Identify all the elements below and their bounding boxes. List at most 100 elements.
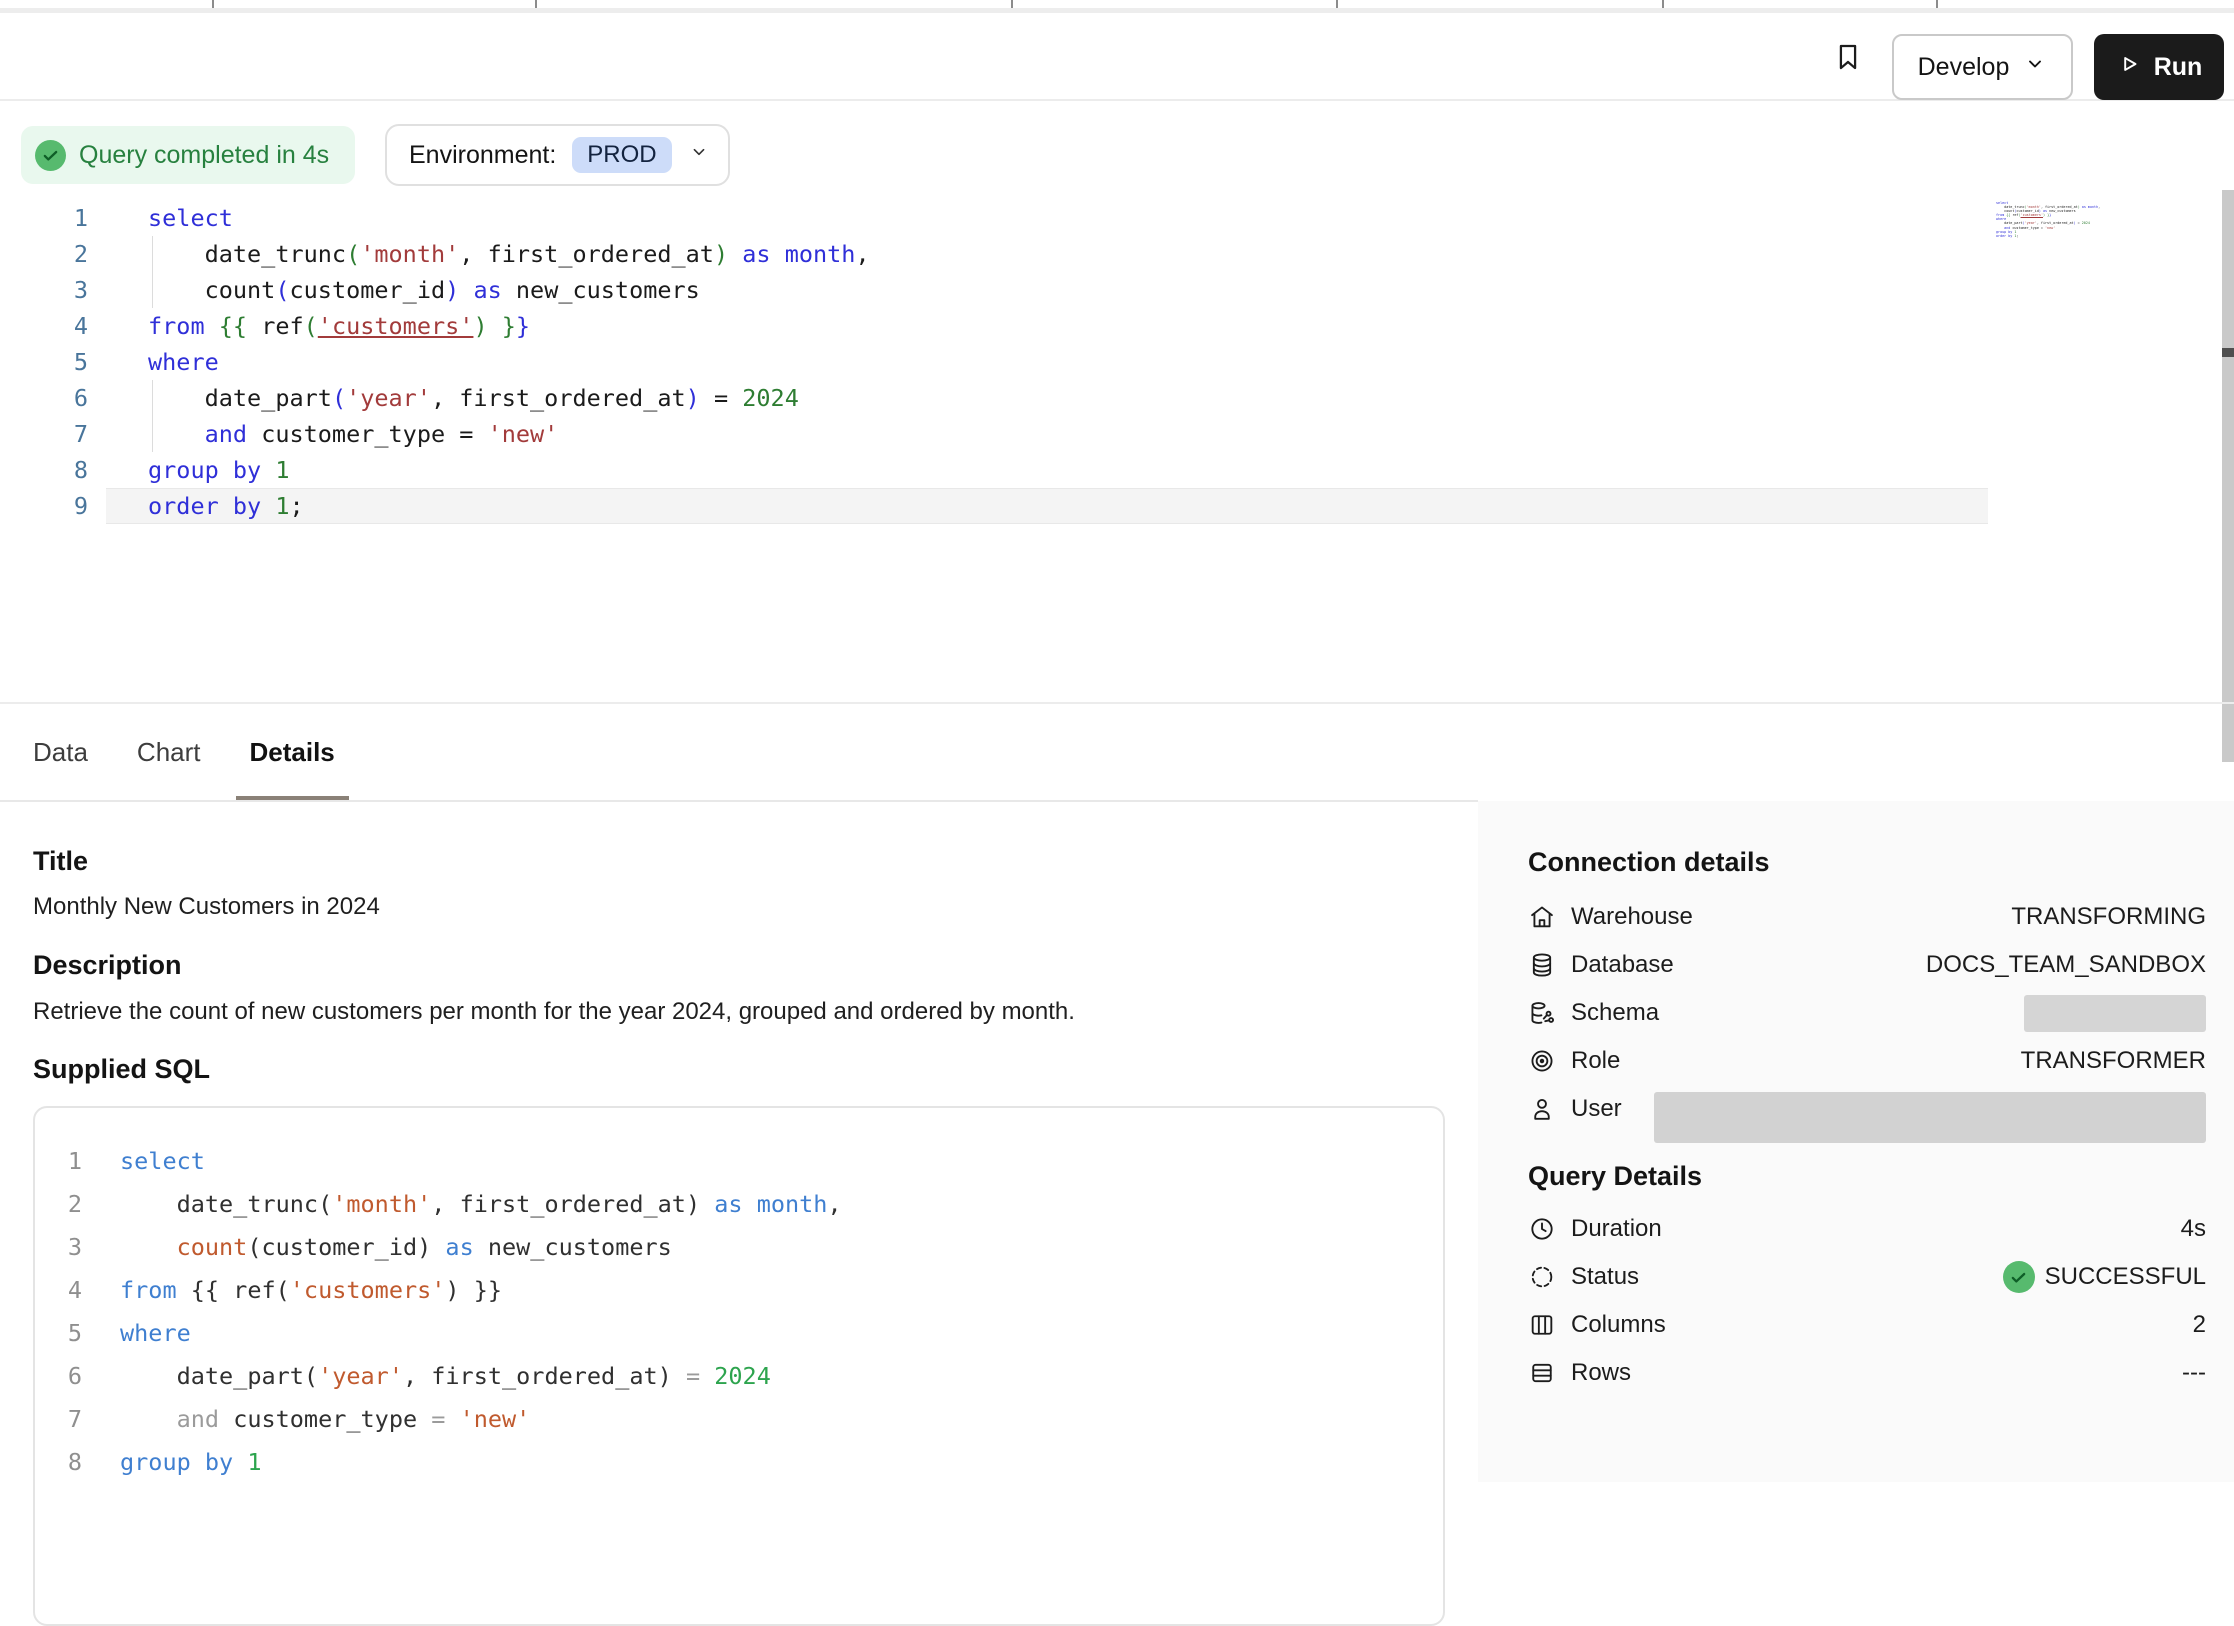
code-text: count(customer_id) as new_customers <box>82 1226 672 1269</box>
rows-value: --- <box>2182 1359 2206 1387</box>
tab-data[interactable]: Data <box>33 704 88 800</box>
database-label: Database <box>1571 951 1674 979</box>
line-number: 3 <box>0 272 88 308</box>
line-number: 3 <box>35 1226 82 1269</box>
window-tab-divider <box>212 0 214 8</box>
tab-details[interactable]: Details <box>250 704 335 800</box>
supplied-sql-box: 1select2 date_trunc('month', first_order… <box>33 1106 1445 1626</box>
line-number: 6 <box>0 380 88 416</box>
columns-value: 2 <box>2193 1311 2206 1339</box>
code-text: select <box>82 1140 205 1183</box>
code-line: 9order by 1; <box>0 488 2220 524</box>
role-value: TRANSFORMER <box>2021 1047 2206 1075</box>
code-text: where <box>88 344 219 380</box>
user-icon <box>1528 1095 1556 1123</box>
code-line: 3 count(customer_id) as new_customers <box>35 1226 1443 1269</box>
role-row: Role TRANSFORMER <box>1528 1037 2206 1085</box>
code-text: where <box>82 1312 191 1355</box>
line-number: 5 <box>35 1312 82 1355</box>
line-number: 5 <box>0 344 88 380</box>
code-text: count(customer_id) as new_customers <box>88 272 700 308</box>
develop-button[interactable]: Develop <box>1892 34 2073 100</box>
supplied-sql-heading: Supplied SQL <box>33 1054 210 1085</box>
environment-value-chip: PROD <box>572 137 671 173</box>
query-status-text: Query completed in 4s <box>79 141 329 170</box>
columns-row: Columns 2 <box>1528 1301 2206 1349</box>
minimap-line: order by 1; <box>1996 234 2102 238</box>
schema-icon <box>1528 999 1556 1027</box>
code-line: 8group by 1 <box>35 1441 1443 1484</box>
line-number: 7 <box>0 416 88 452</box>
play-icon <box>2116 51 2142 84</box>
window-tab-strip <box>0 0 2234 8</box>
chevron-down-icon <box>688 141 710 170</box>
scrollbar-thumb[interactable] <box>2222 348 2234 357</box>
status-label: Status <box>1571 1263 1639 1291</box>
results-tab-divider <box>0 800 1478 802</box>
status-row: Status SUCCESSFUL <box>1528 1253 2206 1301</box>
window-tab-divider <box>1336 0 1338 8</box>
editor-minimap[interactable]: select date_trunc('month', first_ordered… <box>1996 201 2102 238</box>
code-text: date_trunc('month', first_ordered_at) as… <box>82 1183 842 1226</box>
status-value: SUCCESSFUL <box>2045 1263 2206 1291</box>
details-side-panel: Connection details WarehouseTRANSFORMING… <box>1478 801 2234 1482</box>
code-line: 2 date_trunc('month', first_ordered_at) … <box>0 236 2220 272</box>
code-line: 2 date_trunc('month', first_ordered_at) … <box>35 1183 1443 1226</box>
status-icon <box>1528 1263 1556 1291</box>
results-tab-bar: Data Chart Details <box>33 704 335 800</box>
line-number: 9 <box>0 488 88 524</box>
rows-row: Rows --- <box>1528 1349 2206 1397</box>
code-line: 6 date_part('year', first_ordered_at) = … <box>35 1355 1443 1398</box>
role-icon <box>1528 1047 1556 1075</box>
editor-scrollbar[interactable] <box>2222 190 2234 762</box>
code-text: and customer_type = 'new' <box>88 416 558 452</box>
schema-label: Schema <box>1571 999 1659 1027</box>
database-value: DOCS_TEAM_SANDBOX <box>1926 951 2206 979</box>
results-top-divider <box>0 702 2234 704</box>
rows-label: Rows <box>1571 1359 1631 1387</box>
line-number: 6 <box>35 1355 82 1398</box>
database-icon <box>1528 951 1556 979</box>
schema-redacted-value <box>2024 995 2206 1032</box>
bookmark-button[interactable] <box>1828 37 1868 79</box>
code-text: date_part('year', first_ordered_at) = 20… <box>82 1355 771 1398</box>
query-status-badge: Query completed in 4s <box>21 126 355 184</box>
line-number: 1 <box>0 200 88 236</box>
columns-label: Columns <box>1571 1311 1666 1339</box>
code-text: select <box>88 200 233 236</box>
success-check-icon <box>2003 1261 2035 1293</box>
code-line: 7 and customer_type = 'new' <box>35 1398 1443 1441</box>
code-line: 4from {{ ref('customers') }} <box>0 308 2220 344</box>
tab-chart[interactable]: Chart <box>137 704 201 800</box>
user-label: User <box>1571 1095 1622 1123</box>
code-text: group by 1 <box>88 452 290 488</box>
code-text: and customer_type = 'new' <box>82 1398 530 1441</box>
role-label: Role <box>1571 1047 1620 1075</box>
warehouse-icon <box>1528 903 1556 931</box>
line-number: 2 <box>35 1183 82 1226</box>
environment-selector[interactable]: Environment: PROD <box>385 124 730 186</box>
toolbar: Develop Run <box>0 13 2234 101</box>
line-number: 1 <box>35 1140 82 1183</box>
database-row: Database DOCS_TEAM_SANDBOX <box>1528 941 2206 989</box>
code-line: 7 and customer_type = 'new' <box>0 416 2220 452</box>
line-number: 2 <box>0 236 88 272</box>
duration-value: 4s <box>2181 1215 2206 1243</box>
schema-row: Schema <box>1528 989 2206 1037</box>
run-button[interactable]: Run <box>2094 34 2224 100</box>
description-value: Retrieve the count of new customers per … <box>33 998 1075 1026</box>
code-line: 6 date_part('year', first_ordered_at) = … <box>0 380 2220 416</box>
sql-editor[interactable]: 1select2 date_trunc('month', first_order… <box>0 200 2220 524</box>
code-line: 5where <box>35 1312 1443 1355</box>
line-number: 8 <box>35 1441 82 1484</box>
query-details-heading: Query Details <box>1528 1161 2206 1195</box>
connection-details-heading: Connection details <box>1528 847 2206 881</box>
code-text: date_part('year', first_ordered_at) = 20… <box>88 380 799 416</box>
code-line: 8group by 1 <box>0 452 2220 488</box>
warehouse-row: WarehouseTRANSFORMING <box>1528 893 2206 941</box>
chevron-down-icon <box>2023 52 2047 83</box>
connection-details-rows: WarehouseTRANSFORMING Database DOCS_TEAM_S… <box>1528 893 2206 1133</box>
code-line: 4from {{ ref('customers') }} <box>35 1269 1443 1312</box>
code-text: group by 1 <box>82 1441 262 1484</box>
warehouse-value: TRANSFORMING <box>2011 903 2206 931</box>
